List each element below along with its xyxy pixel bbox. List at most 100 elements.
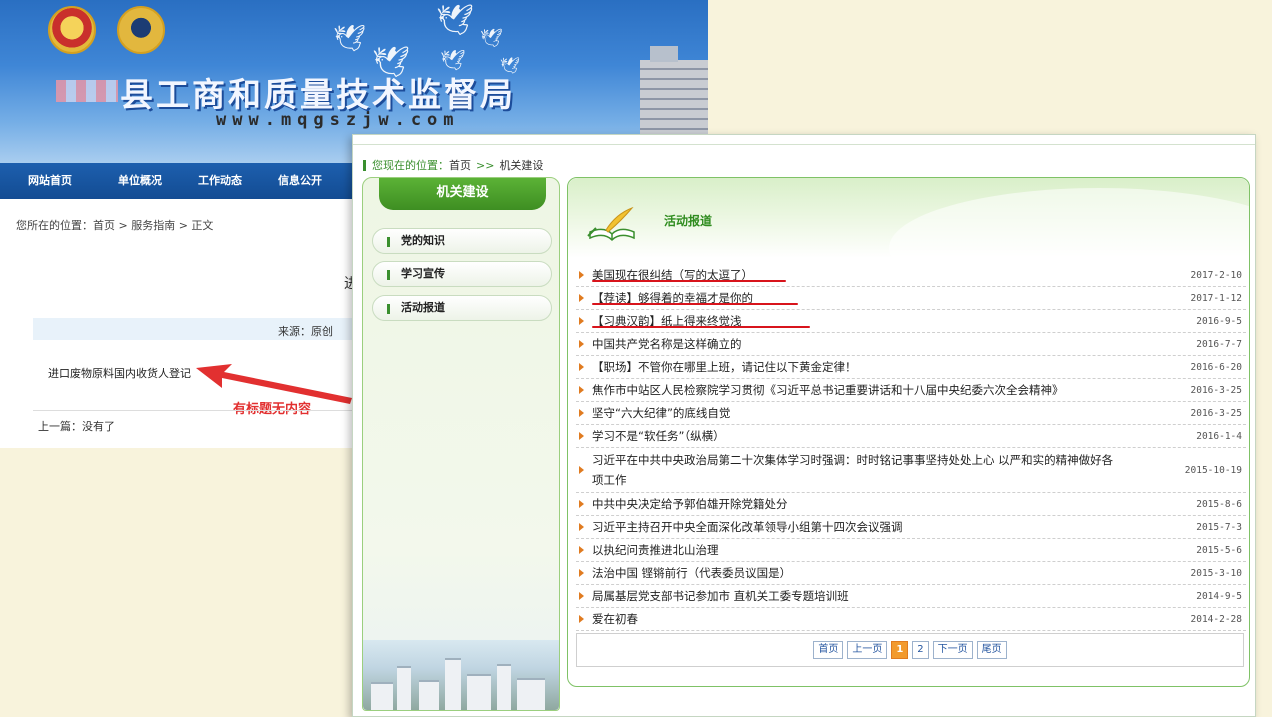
news-date: 2015-7-3 (1196, 521, 1242, 533)
list-item[interactable]: 美国现在很纠结（写的太逗了） 2017-2-10 (576, 264, 1246, 287)
news-title[interactable]: 中国共产党名称是这样确立的 (592, 333, 1162, 355)
location-marker (363, 159, 366, 171)
location-home-link[interactable]: 首页 (449, 157, 471, 173)
orange-arrow-icon (579, 615, 584, 623)
news-date: 2017-1-12 (1190, 292, 1242, 304)
dove-icon: 🕊 (480, 28, 503, 49)
annotation-underline (592, 303, 798, 305)
nav-overview[interactable]: 单位概况 (100, 163, 180, 199)
orange-arrow-icon (579, 317, 584, 325)
orange-arrow-icon (579, 409, 584, 417)
orange-arrow-icon (579, 363, 584, 371)
news-title[interactable]: 焦作市中站区人民检察院学习贯彻《习近平总书记重要讲话和十八届中央纪委六次全会精神… (592, 379, 1162, 401)
news-title[interactable]: 美国现在很纠结（写的太逗了） (592, 264, 1162, 286)
customs-emblem-icon (117, 6, 165, 54)
banner-title: 县工商和质量技术监督局 (120, 75, 516, 114)
news-date: 2015-5-6 (1196, 544, 1242, 556)
news-date: 2014-9-5 (1196, 590, 1242, 602)
list-item[interactable]: 学习不是“软任务”（纵横） 2016-1-4 (576, 425, 1246, 448)
orange-arrow-icon (579, 466, 584, 474)
news-title[interactable]: 【职场】不管你在哪里上班，请记住以下黄金定律！ (592, 356, 1162, 378)
news-date: 2015-8-6 (1196, 498, 1242, 510)
news-title[interactable]: 坚守“六大纪律”的底线自觉 (592, 402, 1162, 424)
pagination: 首页 上一页 1 2 下一页 尾页 (576, 633, 1244, 667)
list-item[interactable]: 中共中央决定给予郭伯雄开除党籍处分 2015-8-6 (576, 493, 1246, 516)
pager-prev-button[interactable]: 上一页 (847, 641, 888, 659)
list-item[interactable]: 爱在初春 2014-2-28 (576, 608, 1246, 631)
news-title[interactable]: 【荐读】够得着的幸福才是你的 (592, 287, 1162, 309)
book-quill-icon (587, 206, 635, 242)
city-skyline-image (363, 640, 559, 710)
list-item[interactable]: 习近平在中共中央政治局第二十次集体学习时强调：时时铭记事事坚持处处上心 以严和实… (576, 448, 1246, 493)
news-date: 2017-2-10 (1190, 269, 1242, 281)
nav-home[interactable]: 网站首页 (0, 163, 100, 199)
orange-arrow-icon (579, 592, 584, 600)
news-date: 2016-7-7 (1196, 338, 1242, 350)
dove-icon: 🕊 (436, 3, 475, 38)
list-item[interactable]: 以执纪问责推进北山治理 2015-5-6 (576, 539, 1246, 562)
sidebar-item-activities[interactable]: 活动报道 (372, 295, 552, 321)
orange-arrow-icon (579, 294, 584, 302)
prev-article-link[interactable]: 上一篇：没有了 (38, 418, 115, 434)
list-item[interactable]: 【习典汉韵】纸上得来终觉浅 2016-9-5 (576, 310, 1246, 333)
pager-next-button[interactable]: 下一页 (932, 641, 973, 659)
annotation-underline (592, 326, 810, 328)
pager-page-2[interactable]: 2 (912, 641, 929, 659)
sidebar-item-party-knowledge[interactable]: 党的知识 (372, 228, 552, 254)
news-title[interactable]: 法治中国 铿锵前行（代表委员议国是） (592, 562, 1162, 584)
building-shape (445, 658, 461, 710)
redacted-name (56, 80, 118, 102)
section-title: 活动报道 (664, 214, 713, 228)
news-date: 2016-3-25 (1190, 407, 1242, 419)
pager-last-button[interactable]: 尾页 (976, 641, 1007, 659)
list-item[interactable]: 坚守“六大纪律”的底线自觉 2016-3-25 (576, 402, 1246, 425)
news-title[interactable]: 学习不是“软任务”（纵横） (592, 425, 1162, 447)
orange-arrow-icon (579, 432, 584, 440)
news-title[interactable]: 中共中央决定给予郭伯雄开除党籍处分 (592, 493, 1162, 515)
location-separator: >> (476, 158, 495, 172)
news-title[interactable]: 以执纪问责推进北山治理 (592, 539, 1162, 561)
orange-arrow-icon (579, 386, 584, 394)
orange-arrow-icon (579, 340, 584, 348)
news-date: 2014-2-28 (1190, 613, 1242, 625)
list-item[interactable]: 局属基层党支部书记参加市 直机关工委专题培训班 2014-9-5 (576, 585, 1246, 608)
list-item[interactable]: 【荐读】够得着的幸福才是你的 2017-1-12 (576, 287, 1246, 310)
nav-info[interactable]: 信息公开 (260, 163, 340, 199)
sidebar-item-study[interactable]: 学习宣传 (372, 261, 552, 287)
news-list: 美国现在很纠结（写的太逗了） 2017-2-10 【荐读】够得着的幸福才是你的 20… (576, 264, 1246, 631)
bullet-bar-icon (387, 237, 390, 247)
list-item[interactable]: 法治中国 铿锵前行（代表委员议国是） 2015-3-10 (576, 562, 1246, 585)
top-border (353, 135, 1255, 145)
list-item[interactable]: 焦作市中站区人民检察院学习贯彻《习近平总书记重要讲话和十八届中央纪委六次全会精神… (576, 379, 1246, 402)
building-shape (419, 680, 439, 710)
list-item[interactable]: 习近平主持召开中央全面深化改革领导小组第十四次会议强调 2015-7-3 (576, 516, 1246, 539)
building-shape (497, 664, 511, 710)
bullet-bar-icon (387, 304, 390, 314)
list-item[interactable]: 【职场】不管你在哪里上班，请记住以下黄金定律！ 2016-6-20 (576, 356, 1246, 379)
list-item[interactable]: 中国共产党名称是这样确立的 2016-7-7 (576, 333, 1246, 356)
dove-icon: 🕊 (333, 24, 367, 54)
nav-news[interactable]: 工作动态 (180, 163, 260, 199)
main-panel: 活动报道 美国现在很纠结（写的太逗了） 2017-2-10 【荐读】够得着的幸福才… (567, 177, 1250, 687)
source-label: 来源：原创 (278, 325, 333, 338)
sidebar: 机关建设 党的知识 学习宣传 活动报道 (362, 177, 560, 711)
divider (33, 410, 353, 411)
foreground-screenshot: 您现在的位置： 首页 >> 机关建设 机关建设 党的知识 学习宣传 活动报道 活… (352, 134, 1256, 717)
news-title[interactable]: 爱在初春 (592, 608, 1162, 630)
news-title[interactable]: 局属基层党支部书记参加市 直机关工委专题培训班 (592, 585, 1162, 607)
news-title[interactable]: 习近平在中共中央政治局第二十次集体学习时强调：时时铭记事事坚持处处上心 以严和实… (592, 450, 1162, 490)
orange-arrow-icon (579, 523, 584, 531)
news-date: 2016-6-20 (1190, 361, 1242, 373)
building-shape (517, 678, 545, 710)
pager-page-1[interactable]: 1 (891, 641, 909, 659)
news-date: 2015-3-10 (1190, 567, 1242, 579)
pager-first-button[interactable]: 首页 (813, 641, 844, 659)
police-emblem-icon (48, 6, 96, 54)
building-shape (371, 682, 393, 710)
news-title[interactable]: 【习典汉韵】纸上得来终觉浅 (592, 310, 1162, 332)
sidebar-title: 机关建设 (379, 178, 546, 210)
location-bar: 您现在的位置： 首页 >> 机关建设 (363, 157, 543, 173)
news-title[interactable]: 习近平主持召开中央全面深化改革领导小组第十四次会议强调 (592, 516, 1162, 538)
dove-icon: 🕊 (440, 48, 466, 72)
orange-arrow-icon (579, 500, 584, 508)
